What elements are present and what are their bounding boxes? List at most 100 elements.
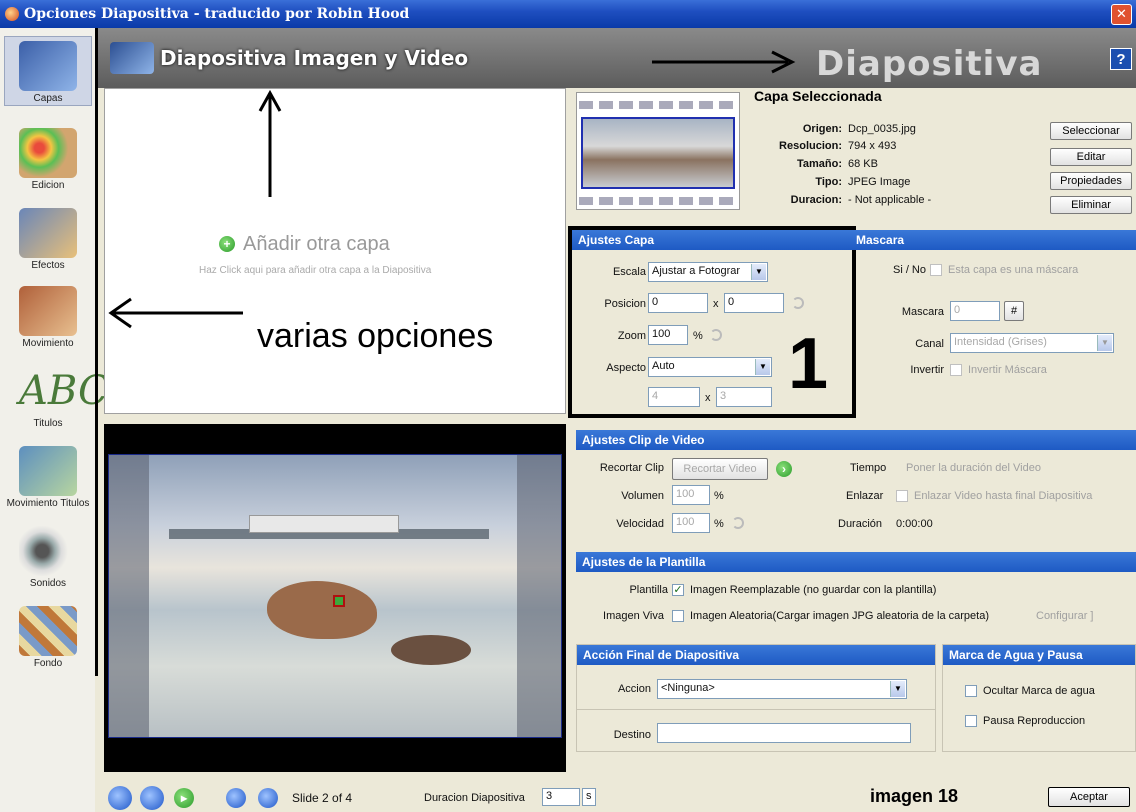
invertir-label: Invertir bbox=[910, 364, 944, 376]
chevron-down-icon[interactable]: ▼ bbox=[751, 264, 766, 280]
sidebar-item-capas[interactable]: Capas bbox=[4, 36, 92, 106]
annotation-number: 1 bbox=[788, 324, 829, 404]
sidebar-item-sonidos[interactable]: Sonidos bbox=[4, 526, 92, 589]
video-add-icon[interactable]: › bbox=[776, 461, 792, 477]
ajustes-capa-header: Ajustes Capa bbox=[572, 230, 852, 250]
chevron-down-icon[interactable]: ▼ bbox=[755, 359, 770, 375]
previous-slide-icon[interactable] bbox=[226, 788, 246, 808]
select-button[interactable]: Seleccionar bbox=[1050, 122, 1132, 140]
add-layer-hint: Haz Click aqui para añadir otra capa a l… bbox=[199, 265, 432, 276]
palette-icon bbox=[19, 128, 77, 178]
aspect-height-input[interactable]: 3 bbox=[716, 387, 772, 407]
divider bbox=[577, 709, 935, 710]
escala-label: Escala bbox=[612, 266, 646, 278]
sidebar-item-label: Edicion bbox=[31, 180, 65, 191]
video-panel: Ajustes Clip de Video Recortar Clip Reco… bbox=[576, 430, 1136, 546]
volumen-unit: % bbox=[714, 490, 724, 502]
bottom-bar: ▸ Slide 2 of 4 Duracion Diapositiva 3 s … bbox=[98, 782, 1136, 812]
mascara-pick-button[interactable]: # bbox=[1004, 301, 1024, 321]
sidebar-item-fondo[interactable]: Fondo bbox=[4, 606, 92, 669]
preview-shade-left bbox=[109, 455, 149, 737]
preview-image[interactable] bbox=[108, 454, 562, 738]
accion-select[interactable]: <Ninguna> ▼ bbox=[657, 679, 907, 699]
properties-button[interactable]: Propiedades bbox=[1050, 172, 1132, 190]
edit-button[interactable]: Editar bbox=[1050, 148, 1132, 166]
duracion-label: Duracion: bbox=[790, 194, 842, 206]
duracion-diapositiva-input[interactable]: 3 bbox=[542, 788, 580, 806]
close-button[interactable]: ✕ bbox=[1111, 4, 1132, 25]
mask-checkbox[interactable] bbox=[930, 264, 942, 276]
trim-video-button[interactable]: Recortar Video bbox=[672, 458, 768, 480]
chevron-down-icon[interactable]: ▼ bbox=[890, 681, 905, 697]
aspecto-value: Auto bbox=[652, 360, 675, 372]
volumen-input[interactable]: 100 bbox=[672, 485, 710, 505]
pos-y-input[interactable]: 0 bbox=[724, 293, 784, 313]
add-layer-icon[interactable]: + bbox=[219, 236, 235, 252]
sidebar-item-efectos[interactable]: Efectos bbox=[4, 208, 92, 271]
escala-select[interactable]: Ajustar a Fotograr ▼ bbox=[648, 262, 768, 282]
destino-input[interactable] bbox=[657, 723, 911, 743]
plantilla-checkbox[interactable]: ✓ bbox=[672, 584, 684, 596]
zoom-label: Zoom bbox=[617, 330, 646, 342]
zoom-in-icon[interactable] bbox=[140, 786, 164, 810]
ocultar-checkbox[interactable] bbox=[965, 685, 977, 697]
aspecto-select[interactable]: Auto ▼ bbox=[648, 357, 772, 377]
chevron-down-icon[interactable]: ▼ bbox=[1097, 335, 1112, 351]
imagen-viva-checkbox[interactable] bbox=[672, 610, 684, 622]
film-strip-bottom bbox=[579, 197, 737, 205]
anchor-handle[interactable] bbox=[333, 595, 345, 607]
configurar-link[interactable]: Configurar ] bbox=[1036, 610, 1093, 622]
add-layer-label[interactable]: Añadir otra capa bbox=[243, 233, 390, 256]
zoom-out-icon[interactable] bbox=[108, 786, 132, 810]
preview-rock-small bbox=[391, 635, 471, 665]
accion-label: Accion bbox=[617, 683, 651, 695]
layer-list-area[interactable]: + Añadir otra capa Haz Click aqui para a… bbox=[104, 88, 566, 414]
enlazar-checkbox-label: Enlazar Video hasta final Diapositiva bbox=[914, 490, 1093, 502]
mascara-input[interactable]: 0 bbox=[950, 301, 1000, 321]
preview-canvas[interactable] bbox=[104, 424, 566, 772]
accion-panel: Acción Final de Diapositiva Accion <Ning… bbox=[576, 644, 936, 752]
tiempo-label: Tiempo bbox=[850, 462, 887, 474]
sidebar-item-movimiento[interactable]: Movimiento bbox=[4, 286, 92, 349]
reset-speed-icon[interactable] bbox=[732, 517, 744, 529]
reset-position-icon[interactable] bbox=[792, 297, 804, 309]
aspect-width-input[interactable]: 4 bbox=[648, 387, 700, 407]
preview-rock bbox=[267, 581, 377, 639]
resolucion-label: Resolucion: bbox=[779, 140, 842, 152]
page-title: Diapositiva Imagen y Video bbox=[160, 46, 469, 70]
zoom-input[interactable]: 100 bbox=[648, 325, 688, 345]
invert-checkbox[interactable] bbox=[950, 364, 962, 376]
sino-label: Si / No bbox=[892, 264, 926, 276]
sidebar-item-titulos[interactable]: ABC Titulos bbox=[4, 366, 109, 429]
titles-icon: ABC bbox=[19, 368, 109, 414]
play-icon[interactable]: ▸ bbox=[174, 788, 194, 808]
slide-indicator: Slide 2 of 4 bbox=[292, 791, 353, 805]
ajustes-capa-panel: Ajustes Capa Escala Ajustar a Fotograr ▼ … bbox=[568, 226, 856, 418]
sidebar-item-label: Movimiento bbox=[22, 338, 74, 349]
marca-panel: Marca de Agua y Pausa Ocultar Marca de a… bbox=[942, 644, 1136, 752]
page-header: Diapositiva Imagen y Video Diapositiva ? bbox=[98, 28, 1136, 88]
duracion-diapositiva-label: Duracion Diapositiva bbox=[424, 792, 525, 804]
layers-icon bbox=[19, 41, 77, 91]
help-button[interactable]: ? bbox=[1110, 48, 1132, 70]
delete-button[interactable]: Eliminar bbox=[1050, 196, 1132, 214]
posicion-label: Posicion bbox=[604, 298, 646, 310]
velocidad-input[interactable]: 100 bbox=[672, 513, 710, 533]
accept-button[interactable]: Aceptar bbox=[1048, 787, 1130, 807]
tipo-value: JPEG Image bbox=[848, 176, 911, 188]
enlazar-checkbox[interactable] bbox=[896, 490, 908, 502]
canal-value: Intensidad (Grises) bbox=[954, 336, 1047, 348]
destino-label: Destino bbox=[613, 729, 651, 741]
canal-select[interactable]: Intensidad (Grises) ▼ bbox=[950, 333, 1114, 353]
sidebar-item-edicion[interactable]: Edicion bbox=[4, 128, 92, 191]
tiempo-text[interactable]: Poner la duración del Video bbox=[906, 462, 1041, 474]
plantilla-label: Plantilla bbox=[629, 584, 668, 596]
effects-icon bbox=[19, 208, 77, 258]
pos-x-input[interactable]: 0 bbox=[648, 293, 708, 313]
sidebar-item-movimiento-titulos[interactable]: Movimiento Titulos bbox=[4, 446, 92, 509]
annotation-options-text: varias opciones bbox=[257, 317, 494, 355]
reset-zoom-icon[interactable] bbox=[710, 329, 722, 341]
next-slide-icon[interactable] bbox=[258, 788, 278, 808]
pos-separator: x bbox=[713, 298, 719, 310]
pausa-checkbox[interactable] bbox=[965, 715, 977, 727]
